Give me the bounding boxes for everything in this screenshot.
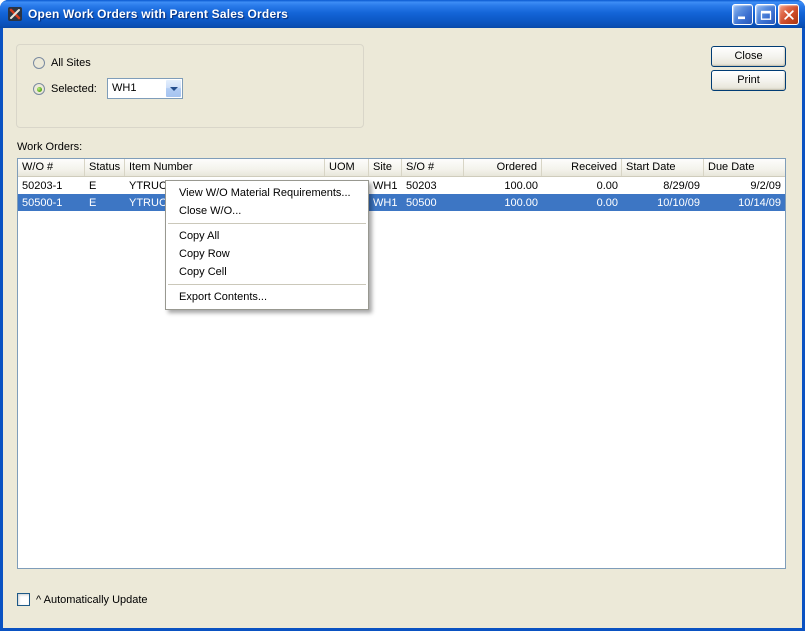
menu-item-export-contents[interactable]: Export Contents... — [166, 288, 368, 306]
all-sites-radio[interactable] — [33, 57, 45, 69]
menu-separator — [168, 284, 366, 285]
column-header-due-date[interactable]: Due Date — [704, 159, 785, 176]
table-header: W/O # Status Item Number UOM Site S/O # … — [18, 159, 785, 177]
selected-site-label: Selected: — [51, 83, 97, 95]
all-sites-label: All Sites — [51, 57, 91, 69]
dialog-client-area: All Sites Selected: WH1 Close Print Work… — [3, 28, 802, 628]
cell-wo-number[interactable]: 50500-1 — [18, 197, 85, 209]
minimize-icon — [737, 10, 749, 20]
context-menu: View W/O Material Requirements... Close … — [165, 180, 369, 310]
auto-update-option[interactable]: ^ Automatically Update — [17, 593, 148, 606]
cell-site[interactable]: WH1 — [369, 180, 402, 192]
menu-item-copy-all[interactable]: Copy All — [166, 227, 368, 245]
maximize-icon — [760, 10, 772, 20]
maximize-button[interactable] — [755, 4, 776, 25]
cell-so-number[interactable]: 50500 — [402, 197, 464, 209]
table-row-selected[interactable]: 50500-1 E YTRUC WH1 50500 100.00 0.00 10… — [18, 194, 785, 211]
work-orders-label: Work Orders: — [17, 141, 82, 153]
cell-due-date[interactable]: 10/14/09 — [704, 197, 785, 209]
print-button[interactable]: Print — [711, 70, 786, 91]
cell-ordered[interactable]: 100.00 — [464, 180, 542, 192]
dialog-window: Open Work Orders with Parent Sales Order… — [0, 0, 805, 631]
column-header-start-date[interactable]: Start Date — [622, 159, 704, 176]
column-header-wo-number[interactable]: W/O # — [18, 159, 85, 176]
menu-item-copy-row[interactable]: Copy Row — [166, 245, 368, 263]
cell-received[interactable]: 0.00 — [542, 180, 622, 192]
close-button[interactable]: Close — [711, 46, 786, 67]
window-title: Open Work Orders with Parent Sales Order… — [28, 7, 288, 21]
column-header-so-number[interactable]: S/O # — [402, 159, 464, 176]
column-header-item-number[interactable]: Item Number — [125, 159, 325, 176]
selected-site-radio[interactable] — [33, 83, 45, 95]
column-header-site[interactable]: Site — [369, 159, 402, 176]
column-header-uom[interactable]: UOM — [325, 159, 369, 176]
menu-item-copy-cell[interactable]: Copy Cell — [166, 263, 368, 281]
cell-ordered[interactable]: 100.00 — [464, 197, 542, 209]
column-header-status[interactable]: Status — [85, 159, 125, 176]
work-orders-table: W/O # Status Item Number UOM Site S/O # … — [17, 158, 786, 569]
auto-update-checkbox[interactable] — [17, 593, 30, 606]
cell-received[interactable]: 0.00 — [542, 197, 622, 209]
site-filter-group: All Sites Selected: WH1 — [16, 44, 364, 128]
cell-status[interactable]: E — [85, 197, 125, 209]
window-controls — [732, 4, 799, 25]
cell-start-date[interactable]: 8/29/09 — [622, 180, 704, 192]
cell-status[interactable]: E — [85, 180, 125, 192]
menu-separator — [168, 223, 366, 224]
table-row[interactable]: 50203-1 E YTRUC WH1 50203 100.00 0.00 8/… — [18, 177, 785, 194]
column-header-ordered[interactable]: Ordered — [464, 159, 542, 176]
cell-start-date[interactable]: 10/10/09 — [622, 197, 704, 209]
selected-site-option[interactable]: Selected: — [33, 83, 97, 95]
combo-dropdown-button[interactable] — [165, 79, 182, 98]
titlebar[interactable]: Open Work Orders with Parent Sales Order… — [0, 0, 805, 28]
cell-so-number[interactable]: 50203 — [402, 180, 464, 192]
site-combobox-value: WH1 — [108, 79, 165, 98]
close-icon — [783, 10, 795, 20]
menu-item-view-wo-material-requirements[interactable]: View W/O Material Requirements... — [166, 184, 368, 202]
cell-wo-number[interactable]: 50203-1 — [18, 180, 85, 192]
auto-update-label: ^ Automatically Update — [36, 594, 148, 606]
menu-item-close-wo[interactable]: Close W/O... — [166, 202, 368, 220]
close-window-button[interactable] — [778, 4, 799, 25]
minimize-button[interactable] — [732, 4, 753, 25]
column-header-received[interactable]: Received — [542, 159, 622, 176]
all-sites-option[interactable]: All Sites — [33, 57, 91, 69]
cell-site[interactable]: WH1 — [369, 197, 402, 209]
site-combobox[interactable]: WH1 — [107, 78, 183, 99]
app-icon — [7, 6, 23, 22]
cell-due-date[interactable]: 9/2/09 — [704, 180, 785, 192]
